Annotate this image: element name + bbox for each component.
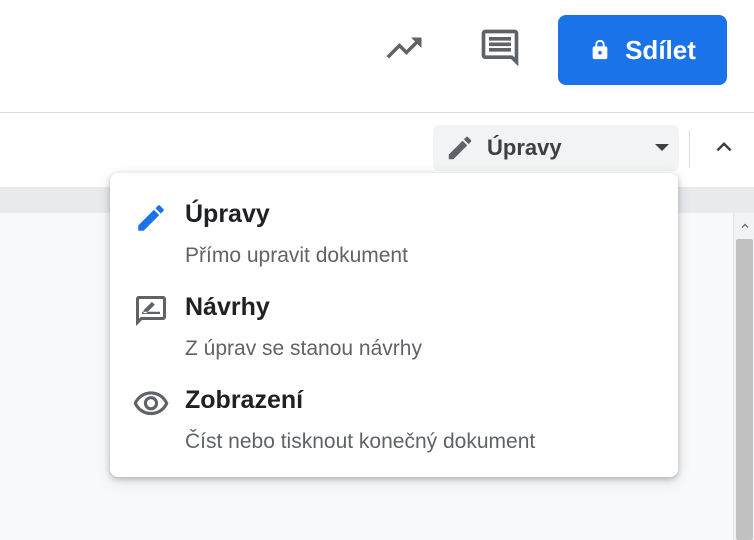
menu-item-title: Návrhy [185, 293, 270, 321]
share-button[interactable]: Sdílet [558, 15, 727, 85]
comment-icon [481, 29, 519, 67]
menu-item-description: Číst nebo tisknout konečný dokument [185, 430, 536, 453]
hide-menus-button[interactable] [706, 129, 742, 165]
menu-item-description: Z úprav se stanou návrhy [185, 337, 422, 360]
docs-header: Sdílet [0, 0, 754, 113]
menu-item-viewing[interactable]: Zobrazení Číst nebo tisknout konečný dok… [110, 359, 678, 453]
menu-item-title: Zobrazení [185, 386, 304, 414]
editing-mode-menu: Úpravy Přímo upravit dokument Návrhy Z ú… [110, 173, 678, 477]
eye-icon [132, 385, 170, 423]
lock-icon [592, 39, 608, 60]
menu-item-description: Přímo upravit dokument [185, 244, 408, 267]
scroll-up-button[interactable] [734, 213, 754, 239]
caret-down-icon [655, 144, 669, 151]
trending-up-icon [386, 37, 422, 59]
activity-dashboard-button[interactable] [380, 24, 428, 72]
scrollbar-thumb[interactable] [736, 239, 753, 540]
editing-mode-label: Úpravy [487, 135, 562, 160]
chevron-up-icon [716, 142, 732, 152]
menu-item-suggesting[interactable]: Návrhy Z úprav se stanou návrhy [110, 266, 678, 360]
menu-item-editing[interactable]: Úpravy Přímo upravit dokument [110, 173, 678, 267]
toolbar-divider [689, 130, 690, 168]
share-label: Sdílet [625, 34, 696, 65]
pencil-icon [448, 136, 472, 160]
pencil-icon [132, 199, 170, 237]
chevron-up-icon [741, 223, 748, 228]
editing-mode-select[interactable]: Úpravy [433, 125, 679, 171]
vertical-scrollbar[interactable] [733, 213, 754, 540]
menu-item-title: Úpravy [185, 200, 270, 228]
comments-button[interactable] [476, 24, 524, 72]
suggest-edits-icon [132, 292, 170, 330]
